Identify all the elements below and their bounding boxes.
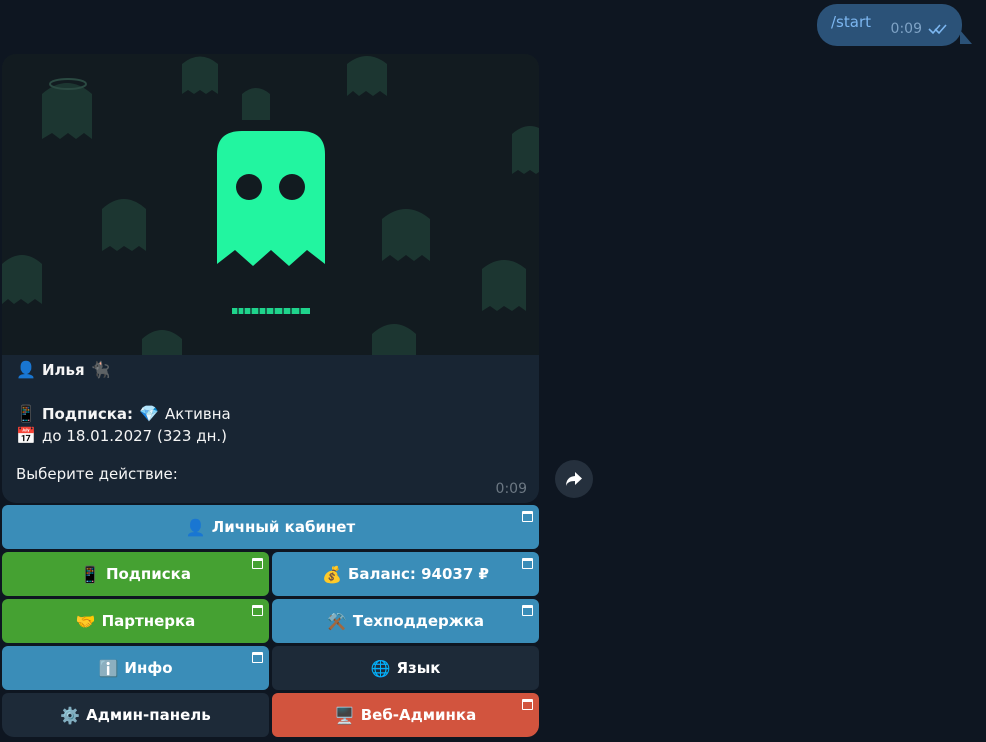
button-label: Техподдержка — [352, 612, 485, 630]
phone-icon: 📱 — [16, 404, 36, 423]
message-caption: 👤 Илья 🐈‍⬛ 📱 Подписка: 💎 Активна 📅 до 18… — [16, 359, 527, 485]
admin-panel-button[interactable]: ⚙️ Админ-панель — [2, 693, 269, 737]
button-label: Партнерка — [101, 612, 196, 630]
ghost-icon — [217, 131, 325, 266]
ghost-illustration — [2, 54, 539, 355]
incoming-time: 0:09 — [495, 481, 527, 497]
calendar-icon: 📅 — [16, 426, 36, 445]
choose-action-text: Выберите действие: — [16, 465, 178, 483]
button-label: Админ-панель — [86, 706, 211, 724]
prompt-line: Выберите действие: — [16, 463, 527, 485]
outgoing-message: /start 0:09 — [817, 4, 962, 46]
handshake-icon: 🤝 — [75, 611, 96, 631]
user-icon: 👤 — [185, 517, 206, 537]
user-icon: 👤 — [16, 360, 36, 379]
expiry-date: до 18.01.2027 (323 дн.) — [42, 427, 228, 445]
button-label: Подписка — [105, 565, 191, 583]
webapp-icon — [522, 605, 533, 616]
bot-message: 👤 Илья 🐈‍⬛ 📱 Подписка: 💎 Активна 📅 до 18… — [2, 54, 539, 503]
cat-icon: 🐈‍⬛ — [90, 360, 111, 379]
message-meta: 0:09 — [891, 21, 948, 37]
bubble-tail — [960, 30, 972, 44]
button-label: Личный кабинет — [211, 518, 356, 536]
user-name: Илья — [42, 361, 85, 379]
balance-button[interactable]: 💰 Баланс: 94037 ₽ — [272, 552, 539, 596]
tools-icon: ⚒️ — [326, 611, 347, 631]
double-check-icon — [928, 24, 947, 35]
button-label: Баланс: 94037 ₽ — [347, 565, 489, 583]
subscription-state: Активна — [165, 405, 231, 423]
webapp-icon — [522, 558, 533, 569]
webapp-icon — [522, 699, 533, 710]
gear-icon: ⚙️ — [60, 705, 81, 725]
monitor-icon: 🖥️ — [334, 705, 355, 725]
outgoing-time: 0:09 — [890, 21, 922, 37]
webapp-icon — [252, 558, 263, 569]
subscription-button[interactable]: 📱 Подписка — [2, 552, 269, 596]
info-icon: ℹ️ — [98, 658, 119, 678]
subscription-line: 📱 Подписка: 💎 Активна — [16, 403, 527, 425]
user-line: 👤 Илья 🐈‍⬛ — [16, 359, 527, 381]
info-button[interactable]: ℹ️ Инфо — [2, 646, 269, 690]
webapp-icon — [252, 652, 263, 663]
web-admin-button[interactable]: 🖥️ Веб-Админка — [272, 693, 539, 737]
personal-account-button[interactable]: 👤 Личный кабинет — [2, 505, 539, 549]
message-image[interactable] — [2, 54, 539, 355]
language-button[interactable]: 🌐 Язык — [272, 646, 539, 690]
gem-icon: 💎 — [139, 404, 159, 423]
phone-icon: 📱 — [80, 564, 100, 584]
partner-button[interactable]: 🤝 Партнерка — [2, 599, 269, 643]
inline-keyboard: 👤 Личный кабинет 📱 Подписка 💰 Баланс: 94… — [2, 505, 539, 740]
start-command-text: /start — [831, 13, 871, 31]
webapp-icon — [252, 605, 263, 616]
support-button[interactable]: ⚒️ Техподдержка — [272, 599, 539, 643]
date-line: 📅 до 18.01.2027 (323 дн.) — [16, 425, 527, 447]
forward-icon — [566, 472, 582, 486]
forward-button[interactable] — [555, 460, 593, 498]
subscription-label: Подписка: — [42, 405, 134, 423]
webapp-icon — [522, 511, 533, 522]
button-label: Веб-Админка — [360, 706, 477, 724]
button-label: Язык — [396, 659, 441, 677]
money-bag-icon: 💰 — [322, 564, 342, 584]
globe-icon: 🌐 — [370, 658, 391, 678]
button-label: Инфо — [124, 659, 173, 677]
